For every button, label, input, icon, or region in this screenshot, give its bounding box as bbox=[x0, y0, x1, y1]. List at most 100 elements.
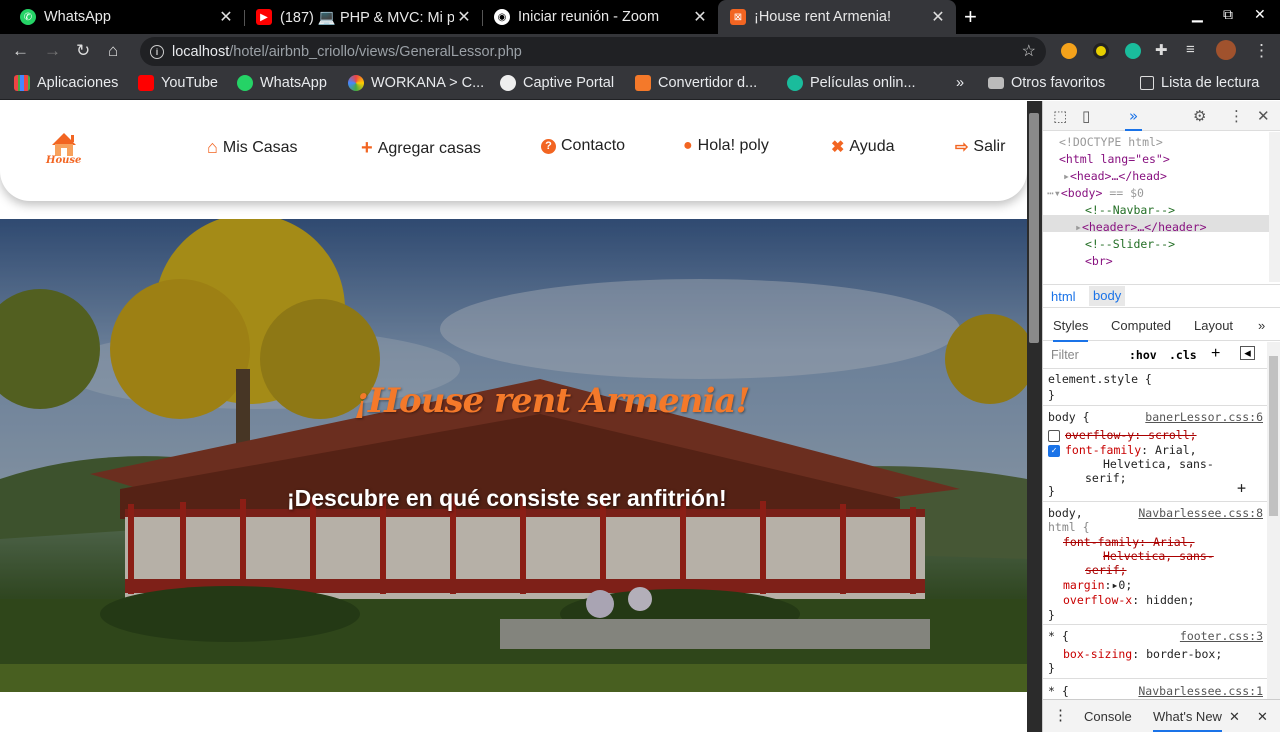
device-toolbar-icon[interactable]: ▯ bbox=[1082, 107, 1090, 125]
crumb-html[interactable]: html bbox=[1047, 289, 1080, 304]
tab-layout[interactable]: Layout bbox=[1194, 318, 1233, 333]
nav-agregar-casas[interactable]: + Agregar casas bbox=[361, 137, 481, 160]
property-checkbox[interactable] bbox=[1048, 429, 1060, 442]
dom-comment-slider[interactable]: <!--Slider--> bbox=[1085, 237, 1175, 251]
new-style-rule-icon[interactable]: + bbox=[1211, 345, 1220, 363]
nav-mis-casas[interactable]: ⌂ Mis Casas bbox=[207, 137, 298, 158]
rule-body-html-selector[interactable]: body, bbox=[1048, 506, 1083, 520]
dom-comment-navbar[interactable]: <!--Navbar--> bbox=[1085, 203, 1175, 217]
dom-header[interactable]: ▸<header>…</header> bbox=[1075, 220, 1207, 234]
bookmark-captive-portal[interactable]: Captive Portal bbox=[500, 75, 614, 91]
site-logo[interactable]: House bbox=[44, 125, 84, 171]
tab-house-rent[interactable]: ⊠ ¡House rent Armenia! ✕ bbox=[718, 0, 956, 34]
dom-vertical-scrollbar[interactable] bbox=[1269, 132, 1280, 282]
crumb-body[interactable]: body bbox=[1089, 286, 1126, 306]
property-checkbox-checked[interactable]: ✓ bbox=[1048, 444, 1060, 457]
close-whats-new-icon[interactable]: ✕ bbox=[1229, 709, 1240, 725]
tab-whats-new[interactable]: What's New bbox=[1153, 709, 1222, 732]
filter-input[interactable]: Filter bbox=[1051, 348, 1079, 362]
tab-zoom[interactable]: ◉ Iniciar reunión - Zoom ✕ bbox=[482, 0, 718, 34]
media-control-icon[interactable]: ≡ bbox=[1186, 41, 1195, 58]
close-tab-icon[interactable]: ✕ bbox=[216, 7, 236, 27]
bookmark-reading-list[interactable]: Lista de lectura bbox=[1140, 75, 1259, 91]
close-tab-icon[interactable]: ✕ bbox=[690, 7, 710, 27]
nav-ayuda[interactable]: ✖ Ayuda bbox=[831, 137, 894, 157]
cls-toggle[interactable]: .cls bbox=[1169, 348, 1197, 362]
hov-toggle[interactable]: :hov bbox=[1129, 348, 1157, 362]
rule-source-link[interactable]: footer.css:3 bbox=[1180, 629, 1263, 643]
tab-whatsapp[interactable]: ✆ WhatsApp ✕ bbox=[0, 0, 244, 34]
more-bookmarks-button[interactable]: » bbox=[956, 75, 964, 91]
style-prop-font-family-overridden[interactable]: font-family: Arial, bbox=[1063, 535, 1195, 549]
bookmarks-bar: Aplicaciones YouTube WhatsApp WORKANA > … bbox=[0, 68, 1280, 100]
forward-button[interactable]: → bbox=[44, 41, 61, 61]
style-prop-overflow-x[interactable]: overflow-x: hidden; bbox=[1063, 593, 1195, 607]
nav-hola-poly[interactable]: ● Hola! poly bbox=[683, 137, 769, 155]
dom-head[interactable]: ▸<head>…</head> bbox=[1063, 169, 1167, 183]
tab-computed[interactable]: Computed bbox=[1111, 318, 1171, 333]
rule-universal-selector[interactable]: * { bbox=[1048, 629, 1069, 643]
bookmark-youtube[interactable]: YouTube bbox=[138, 75, 218, 91]
rule-source-link[interactable]: Navbarlessee.css:1 bbox=[1138, 684, 1263, 698]
more-panels-icon[interactable]: » bbox=[1125, 107, 1143, 131]
close-tab-icon[interactable]: ✕ bbox=[454, 7, 474, 27]
more-tabs-icon[interactable]: » bbox=[1258, 318, 1265, 333]
devtools-menu-icon[interactable]: ⋮ bbox=[1229, 107, 1244, 125]
bookmark-whatsapp[interactable]: WhatsApp bbox=[237, 75, 327, 91]
dom-br[interactable]: <br> bbox=[1085, 254, 1113, 268]
close-drawer-icon[interactable]: ✕ bbox=[1257, 709, 1268, 725]
extension-icon[interactable] bbox=[1125, 43, 1141, 59]
url-path: /hotel/airbnb_criollo/views/GeneralLesso… bbox=[229, 43, 522, 60]
rule-source-link[interactable]: banerLessor.css:6 bbox=[1145, 410, 1263, 424]
bookmark-convertidor[interactable]: Convertidor d... bbox=[635, 75, 757, 91]
nav-salir[interactable]: ⇨ Salir bbox=[955, 137, 1005, 157]
xampp-icon: ⊠ bbox=[730, 9, 746, 25]
element-style-rule[interactable]: element.style { bbox=[1048, 372, 1152, 386]
page-scrollbar[interactable] bbox=[1027, 101, 1042, 732]
extension-icon[interactable] bbox=[1093, 43, 1109, 59]
close-tab-icon[interactable]: ✕ bbox=[928, 7, 948, 27]
bookmark-apps[interactable]: Aplicaciones bbox=[14, 75, 118, 91]
extensions-puzzle-icon[interactable]: ✚ bbox=[1155, 41, 1168, 59]
drawer-menu-icon[interactable]: ⋮ bbox=[1053, 706, 1068, 724]
dom-body[interactable]: ⋯▾<body> == $0 bbox=[1047, 186, 1144, 200]
back-button[interactable]: ← bbox=[12, 41, 29, 61]
address-bar[interactable]: i localhost /hotel/airbnb_criollo/views/… bbox=[140, 37, 1046, 66]
minimize-button[interactable]: ▁ bbox=[1192, 6, 1203, 23]
tab-console[interactable]: Console bbox=[1084, 709, 1132, 724]
dom-html[interactable]: <html lang="es"> bbox=[1059, 152, 1170, 166]
styles-filter-bar: Filter :hov .cls + ◂ bbox=[1043, 342, 1280, 369]
nav-contacto[interactable]: ? Contacto bbox=[541, 137, 625, 155]
browser-toolbar: ← → ↻ ⌂ i localhost /hotel/airbnb_crioll… bbox=[0, 34, 1280, 68]
extension-icon[interactable] bbox=[1061, 43, 1077, 59]
inspect-element-icon[interactable]: ⬚ bbox=[1053, 107, 1067, 125]
style-prop-font-family[interactable]: ✓ font-family: Arial, bbox=[1048, 443, 1197, 457]
style-prop-overflow-y[interactable]: overflow-y: scroll; bbox=[1048, 428, 1197, 442]
bookmark-star-icon[interactable]: ☆ bbox=[1022, 41, 1036, 61]
avatar[interactable] bbox=[1216, 40, 1236, 60]
rule-universal-selector[interactable]: * { bbox=[1048, 684, 1069, 698]
new-tab-button[interactable]: + bbox=[964, 4, 977, 30]
home-button[interactable]: ⌂ bbox=[108, 41, 118, 61]
tab-youtube[interactable]: ▶ (187) 💻 PHP & MVC: Mi p ✕ bbox=[244, 0, 482, 34]
close-devtools-icon[interactable]: ✕ bbox=[1257, 107, 1270, 125]
rule-body-selector[interactable]: body { bbox=[1048, 410, 1090, 424]
restore-button[interactable]: ⧉ bbox=[1223, 6, 1233, 23]
dom-doctype[interactable]: <!DOCTYPE html> bbox=[1059, 135, 1163, 149]
browser-menu-icon[interactable]: ⋮ bbox=[1253, 41, 1270, 61]
close-window-button[interactable]: ✕ bbox=[1254, 6, 1266, 23]
bookmark-workana[interactable]: WORKANA > C... bbox=[348, 75, 484, 91]
devtools-settings-gear-icon[interactable]: ⚙ bbox=[1193, 107, 1206, 125]
rule-source-link[interactable]: Navbarlessee.css:8 bbox=[1138, 506, 1263, 520]
add-property-icon[interactable]: + bbox=[1237, 479, 1246, 497]
toggle-sidebar-icon[interactable]: ◂ bbox=[1240, 346, 1255, 360]
bookmark-otros-favoritos[interactable]: Otros favoritos bbox=[988, 75, 1105, 91]
bookmark-peliculas[interactable]: Películas onlin... bbox=[787, 75, 916, 91]
style-prop-margin[interactable]: margin:▸0; bbox=[1063, 578, 1132, 592]
site-info-icon[interactable]: i bbox=[150, 44, 164, 59]
scrollbar-thumb[interactable] bbox=[1029, 113, 1039, 343]
reload-button[interactable]: ↻ bbox=[76, 41, 90, 61]
styles-scrollbar[interactable] bbox=[1267, 342, 1280, 707]
tab-styles[interactable]: Styles bbox=[1053, 318, 1089, 342]
style-prop-box-sizing[interactable]: box-sizing: border-box; bbox=[1063, 647, 1222, 661]
